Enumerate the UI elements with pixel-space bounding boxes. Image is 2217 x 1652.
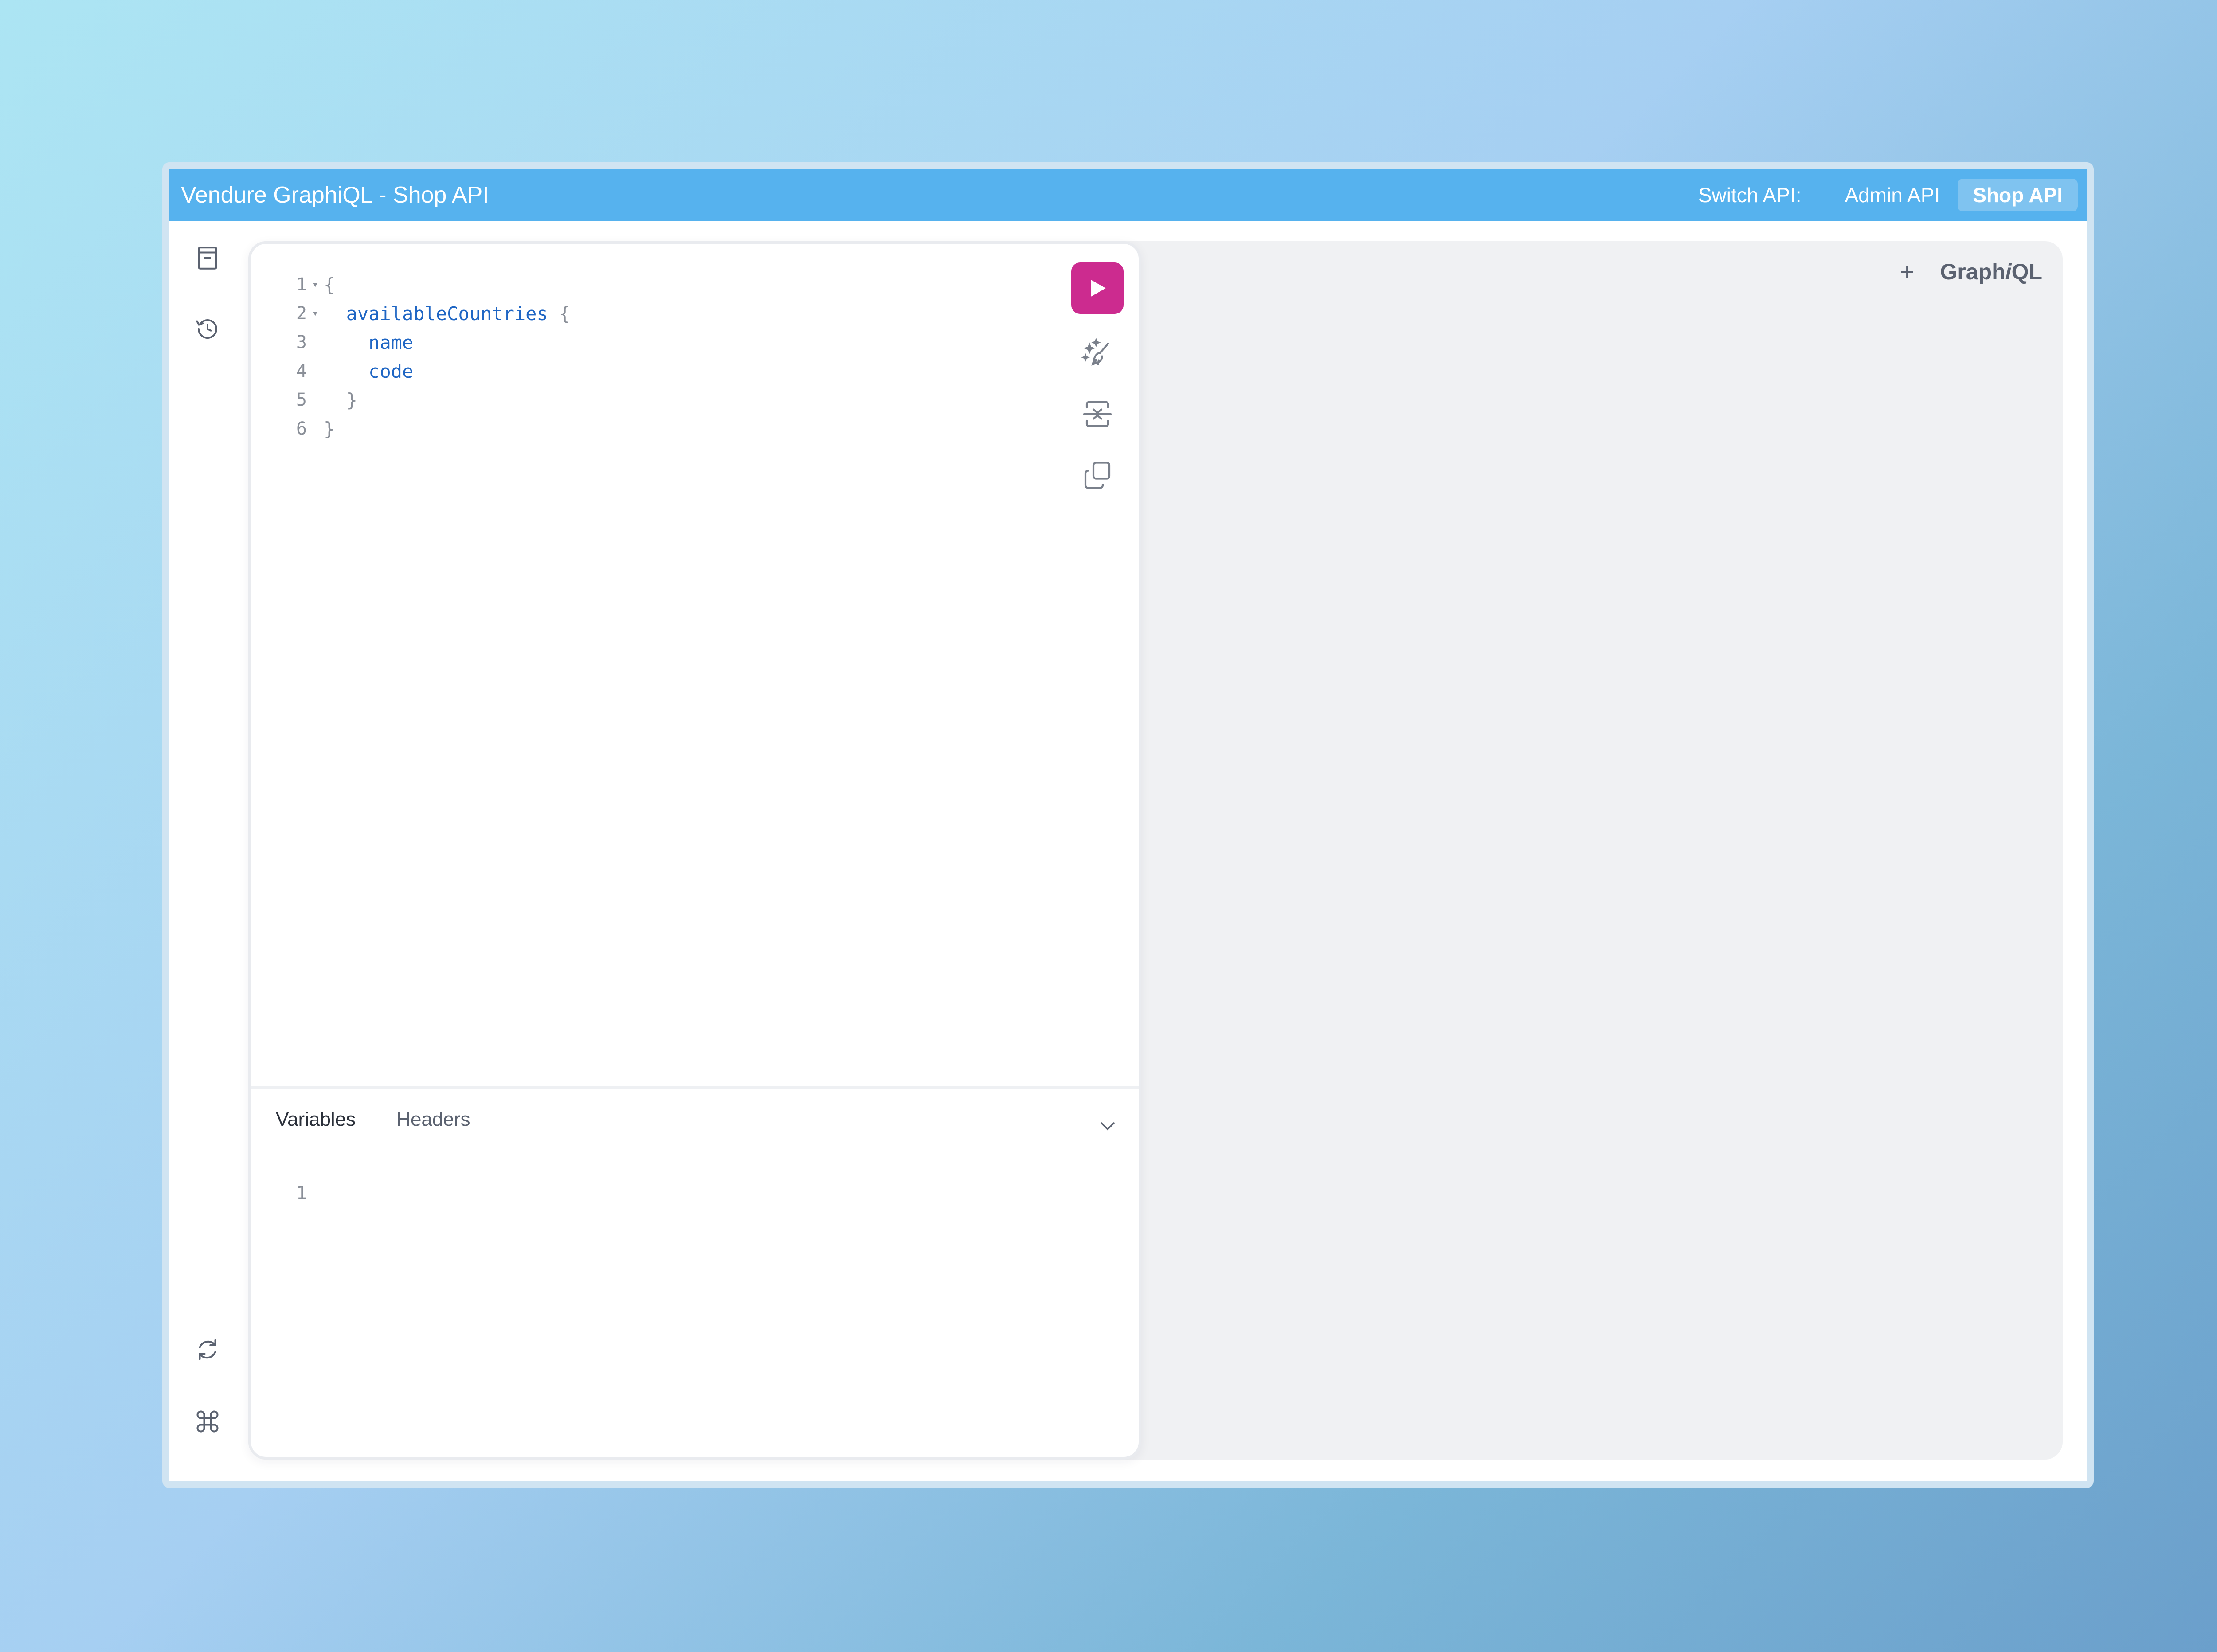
shop-api-button[interactable]: Shop API xyxy=(1958,179,2078,211)
app-title: Vendure GraphiQL - Shop API xyxy=(181,182,489,208)
code-line: 6 } xyxy=(278,415,570,443)
panel-divider[interactable] xyxy=(251,1086,1139,1089)
chevron-down-icon[interactable] xyxy=(1095,1114,1120,1139)
api-switcher: Switch API: Admin API Shop API xyxy=(1698,179,2078,211)
settings-icon[interactable] xyxy=(193,1480,222,1481)
code-line: 5 } xyxy=(278,386,570,415)
code-line: 2 ▾ availableCountries { xyxy=(278,299,570,328)
code-token: name xyxy=(368,332,414,353)
line-number: 4 xyxy=(296,361,307,381)
line-number: 5 xyxy=(296,390,307,410)
code-line: 3 name xyxy=(278,328,570,357)
tab-headers[interactable]: Headers xyxy=(396,1108,470,1131)
variables-line-number: 1 xyxy=(296,1183,307,1203)
prettify-icon[interactable] xyxy=(1071,331,1124,375)
editor-toolbar xyxy=(1071,262,1124,497)
main-content: 1 ▾ { 2 ▾ availableCountries { 3 name 4 … xyxy=(169,221,2087,1481)
query-editor[interactable]: 1 ▾ { 2 ▾ availableCountries { 3 name 4 … xyxy=(278,270,570,443)
copy-icon[interactable] xyxy=(1071,453,1124,497)
line-number: 1 xyxy=(296,274,307,295)
add-tab-button[interactable]: + xyxy=(1900,257,1915,286)
bottom-panel-tabs: Variables Headers xyxy=(276,1108,511,1131)
code-token: code xyxy=(368,360,414,382)
result-header: + GraphiQL xyxy=(1900,257,2042,286)
keyboard-shortcuts-icon[interactable] xyxy=(193,1407,222,1436)
titlebar: Vendure GraphiQL - Shop API Switch API: … xyxy=(169,169,2087,221)
line-number: 3 xyxy=(296,332,307,352)
query-editor-card: 1 ▾ { 2 ▾ availableCountries { 3 name 4 … xyxy=(248,241,1141,1460)
code-line: 4 code xyxy=(278,357,570,386)
play-icon xyxy=(1091,280,1106,297)
merge-fragments-icon[interactable] xyxy=(1071,392,1124,436)
line-number: 6 xyxy=(296,419,307,439)
graphiql-window: Vendure GraphiQL - Shop API Switch API: … xyxy=(162,162,2094,1488)
refetch-schema-icon[interactable] xyxy=(193,1335,222,1364)
fold-toggle-icon[interactable]: ▾ xyxy=(307,270,324,299)
admin-api-button[interactable]: Admin API xyxy=(1829,179,1955,211)
docs-icon[interactable] xyxy=(193,244,222,272)
code-token: availableCountries xyxy=(346,303,548,325)
graphiql-logo: GraphiQL xyxy=(1940,259,2042,284)
switch-api-label: Switch API: xyxy=(1698,184,1802,207)
line-number: 2 xyxy=(296,303,307,324)
history-icon[interactable] xyxy=(193,315,222,343)
fold-toggle-icon[interactable]: ▾ xyxy=(307,299,324,328)
code-token: { xyxy=(324,274,335,296)
editor-area: 1 ▾ { 2 ▾ availableCountries { 3 name 4 … xyxy=(248,241,2063,1460)
code-line: 1 ▾ { xyxy=(278,270,570,299)
execute-query-button[interactable] xyxy=(1071,262,1124,314)
tab-variables[interactable]: Variables xyxy=(276,1108,356,1131)
code-token: } xyxy=(324,418,335,440)
code-token: } xyxy=(346,389,357,411)
